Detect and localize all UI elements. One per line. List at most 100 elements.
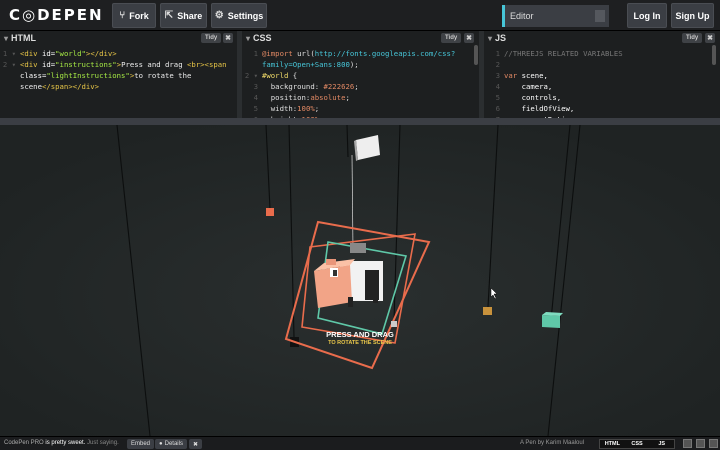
embed-button[interactable]: Embed [127,439,155,449]
view-js-toggle[interactable]: JS [649,440,674,448]
code-line: 1 //THREEJS RELATED VARIABLES [484,48,720,59]
view-html-toggle[interactable]: HTML [600,440,625,448]
code-token: 100% [297,104,315,113]
pro-promo[interactable]: CodePen PRO is pretty sweet. Just saying… [4,440,119,446]
share-label: Share [177,10,203,21]
layout-top-icon[interactable] [696,439,705,448]
code-token: camera, [504,82,553,91]
view-toggle-group: HTML CSS JS [599,439,675,449]
code-token: ; [345,93,350,102]
signup-button[interactable]: Sign Up [671,3,714,28]
footer-close-button[interactable]: ✖ [189,439,203,449]
js-scrollbar[interactable] [712,45,716,65]
code-line: 3 var scene, [484,70,720,81]
js-pane-title: JS [495,33,507,43]
instruction-subtext: TO ROTATE THE SCENE [328,340,392,346]
share-button[interactable]: ⇱ Share [160,3,207,28]
line-number: 2 ▾ [244,71,258,80]
editor-select-label: Editor [510,11,534,21]
line-number: 4 [253,93,258,102]
code-line: 4 position:absolute; [242,92,479,103]
code-line: 2 ▾ <div id="instructions">Press and drag… [0,59,237,70]
html-tidy-button[interactable]: Tidy [201,33,222,43]
line-number: 4 [495,82,500,91]
html-close-button[interactable]: ✖ [223,33,233,43]
code-token: id= [41,60,56,69]
code-token: class= [20,71,47,80]
code-token: #world [262,71,293,80]
pro-promo-text: is pretty sweet. [43,440,86,446]
code-line: 1 ▾ <div id="world"></div> [0,48,237,59]
pro-promo-brand: CodePen PRO [4,440,44,446]
editor-select[interactable]: Editor [502,5,609,27]
code-line: 4 camera, [484,81,720,92]
html-code-editor[interactable]: 1 ▾ <div id="world"></div> 2 ▾ <div id="ins… [0,45,237,92]
line-number: 5 [495,93,500,102]
code-token: url( [297,49,315,58]
code-token: var [504,71,522,80]
pen-author-credit[interactable]: A Pen by Karim Maaloul [520,440,584,446]
settings-label: Settings [227,10,264,21]
footer-bar: CodePen PRO is pretty sweet. Just saying… [0,436,720,450]
code-token: "world" [55,49,86,58]
css-pane-title: CSS [253,33,272,43]
code-token: background: [262,82,324,91]
chevron-down-icon[interactable]: ▾ [488,34,492,43]
css-pane: ▾ CSS Tidy ✖ 1 @import url(http://fonts.go… [242,31,479,118]
code-token: @import [262,49,298,58]
line-number: 1 [495,49,500,58]
code-line: class="lightInstructions">to rotate the [0,70,237,81]
fork-label: Fork [129,10,149,21]
code-line: scene</span></div> [0,81,237,92]
signup-label: Sign Up [675,10,710,21]
instruction-text: PRESS AND DRAG [326,330,394,339]
fork-icon: ⑂ [119,10,126,21]
code-line: 2 [484,59,720,70]
code-token: "lightInstructions" [46,71,130,80]
login-button[interactable]: Log In [627,3,667,28]
preview-resizer[interactable] [0,118,720,125]
code-token: http://fonts.googleapis.com/css? [314,49,456,58]
line-number: 2 ▾ [2,60,16,69]
orange-cube [266,208,274,216]
layout-left-icon[interactable] [683,439,692,448]
login-label: Log In [633,10,661,21]
code-token: </span></div> [41,82,100,91]
dropdown-icon [595,10,605,22]
comment-icon: ● [159,441,163,447]
view-css-toggle[interactable]: CSS [625,440,650,448]
js-pane: ▾ JS Tidy ✖ 1 //THREEJS RELATED VARIABLES 2… [484,31,720,118]
code-token: scene, [521,71,548,80]
code-token: scene [20,82,42,91]
codepen-logo[interactable]: C◎DEPEN [9,6,104,24]
js-tidy-button[interactable]: Tidy [682,33,703,43]
pane-resizer[interactable] [479,31,484,118]
css-scrollbar[interactable] [474,45,478,65]
code-token: absolute [310,93,346,102]
three-js-scene[interactable]: PRESS AND DRAG TO ROTATE THE SCENE [0,125,720,436]
code-token: <br><span [186,60,227,69]
settings-button[interactable]: ⚙ Settings [211,3,267,28]
code-line: 5 controls, [484,92,720,103]
code-token: <div [20,49,42,58]
code-token: to rotate the [134,71,192,80]
chevron-down-icon[interactable]: ▾ [246,34,250,43]
code-line: 5 width:100%; [242,103,479,114]
pane-resizer[interactable] [237,31,242,118]
js-code-editor[interactable]: 1 //THREEJS RELATED VARIABLES 2 3 var scene,… [484,45,720,118]
css-tidy-button[interactable]: Tidy [441,33,462,43]
chevron-down-icon[interactable]: ▾ [4,34,8,43]
details-button[interactable]: ● Details [155,439,187,449]
code-token: Press and drag [121,60,187,69]
preview-stage[interactable]: PRESS AND DRAG TO ROTATE THE SCENE [0,125,720,436]
details-label: Details [164,441,183,447]
pro-promo-aside: Just saying. [85,440,119,446]
css-code-editor[interactable]: 1 @import url(http://fonts.googleapis.com… [242,45,479,118]
fork-button[interactable]: ⑂ Fork [112,3,156,28]
js-close-button[interactable]: ✖ [705,33,715,43]
line-number: 3 [253,82,258,91]
code-token: ; [314,104,320,113]
css-close-button[interactable]: ✖ [464,33,474,43]
layout-right-icon[interactable] [709,439,718,448]
code-line: 1 @import url(http://fonts.googleapis.com… [242,48,479,59]
